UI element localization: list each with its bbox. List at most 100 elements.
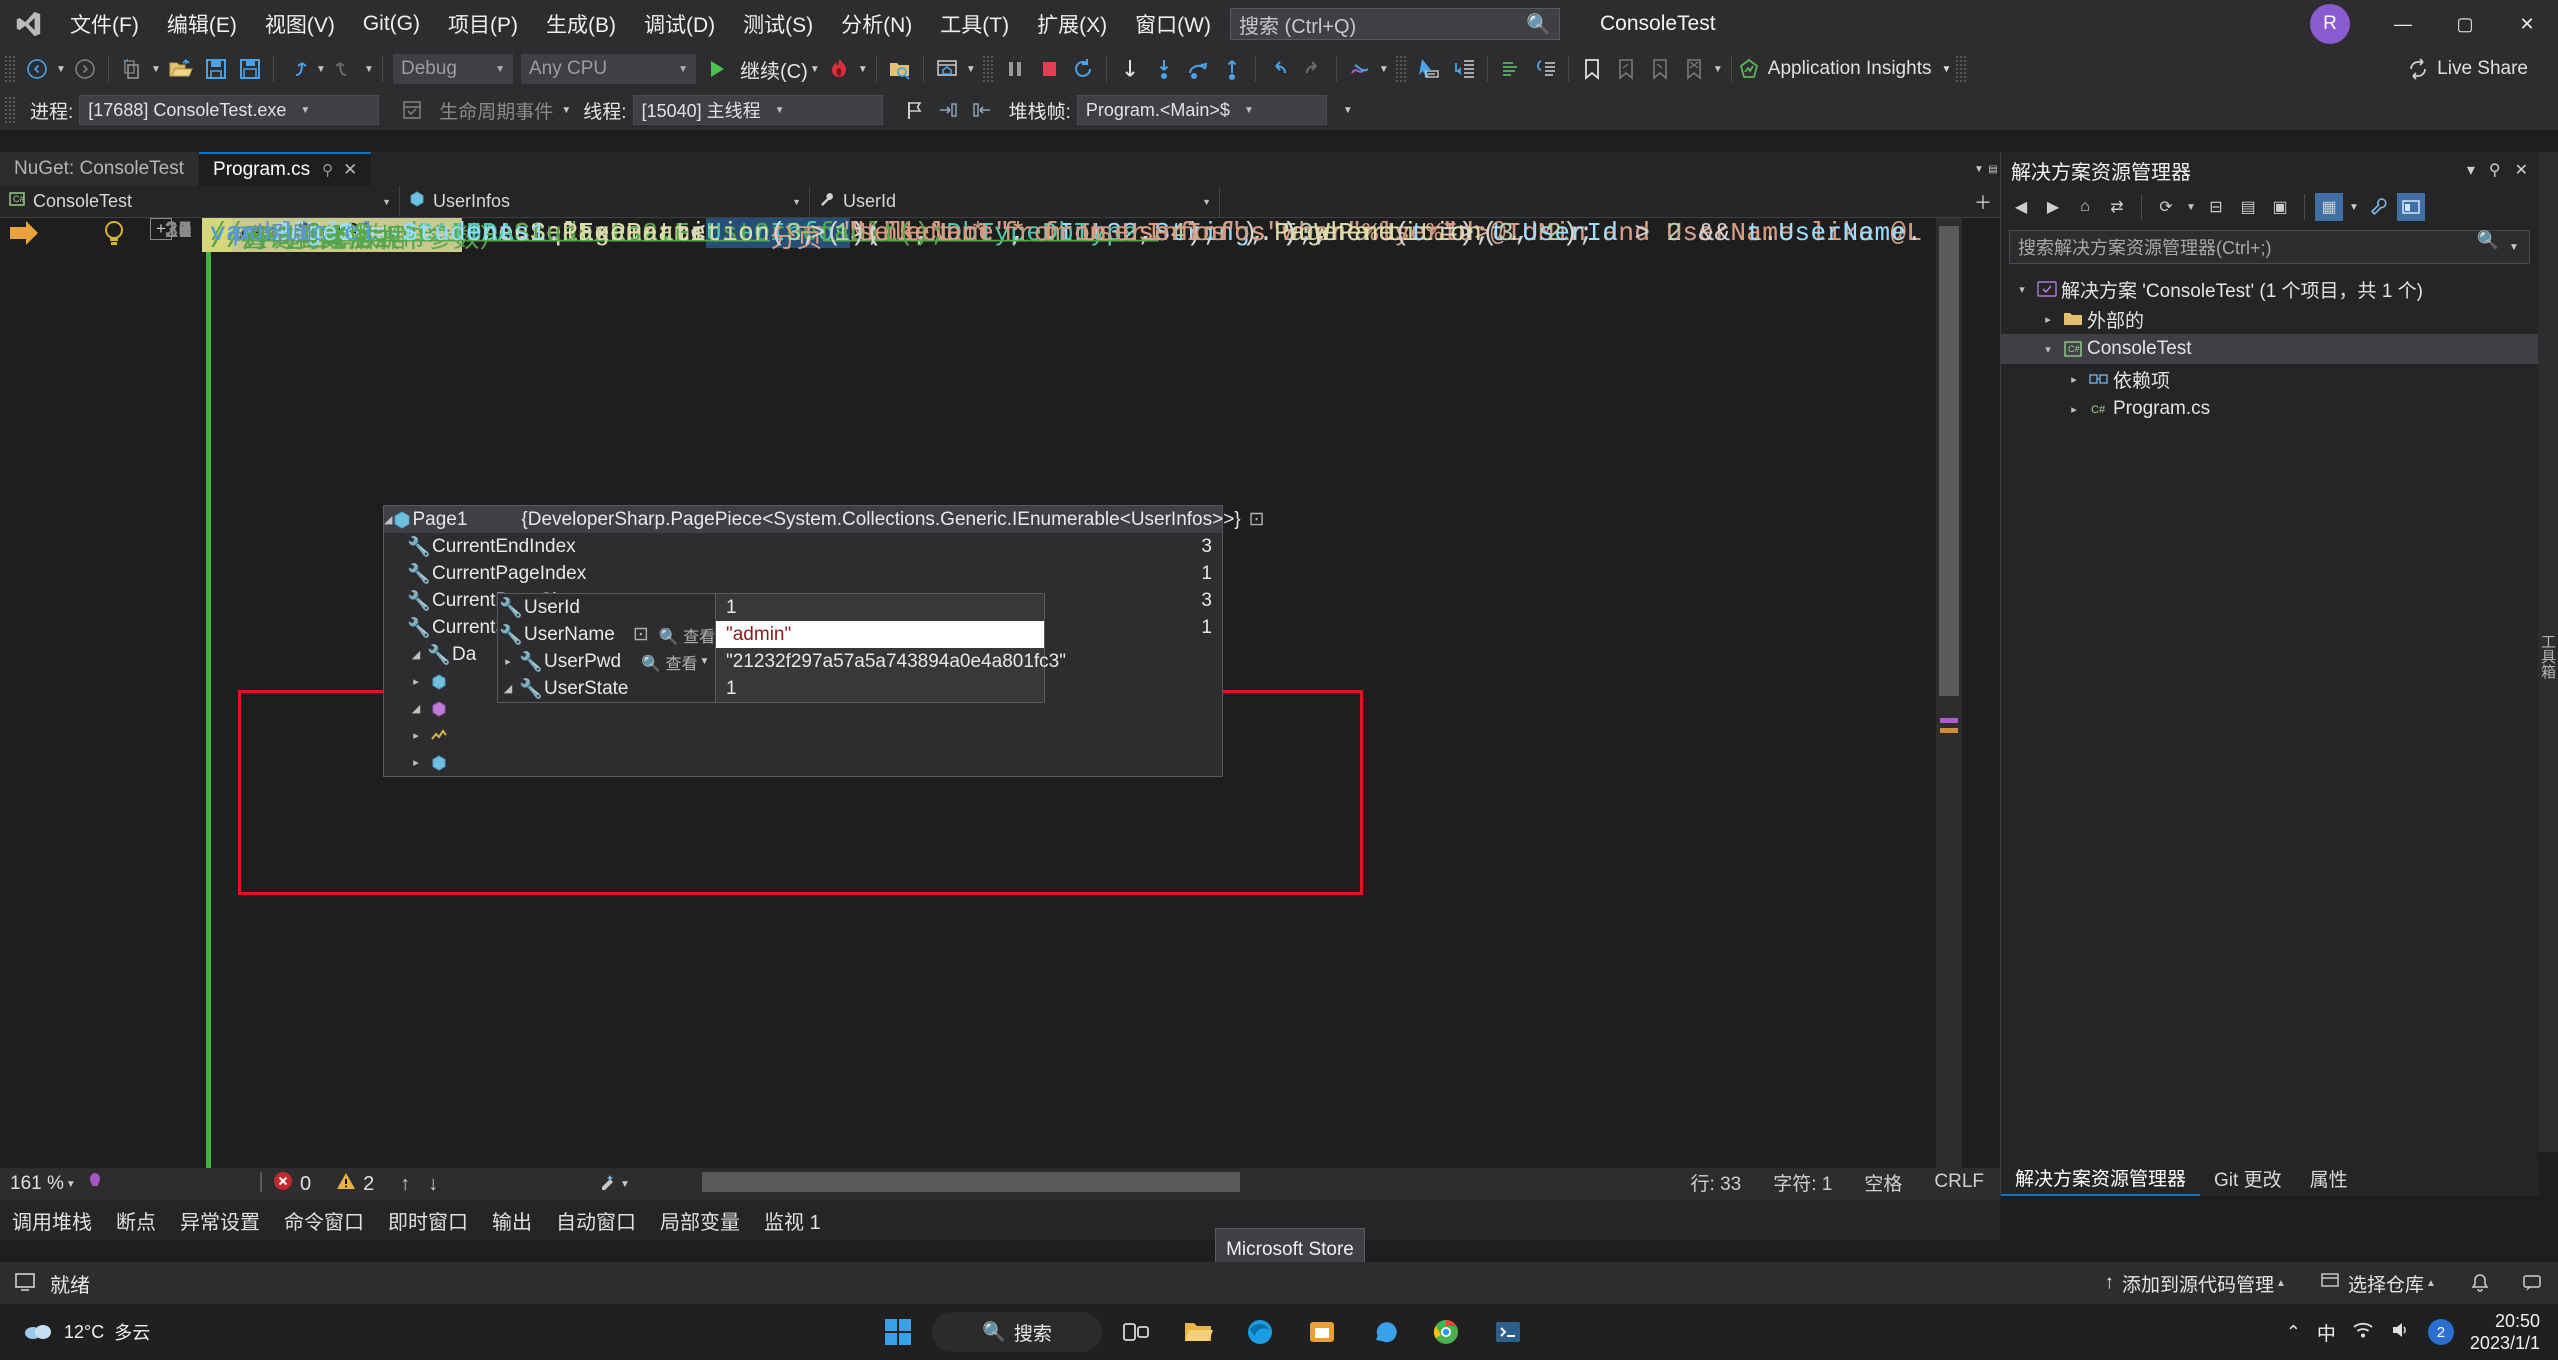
bookmark-clear-icon[interactable] — [1677, 52, 1711, 86]
bookmark-icon[interactable] — [1575, 52, 1609, 86]
warning-count[interactable]: 2 — [335, 1170, 374, 1198]
pin-datatip-icon[interactable]: ⊡ — [1241, 508, 1273, 531]
tab-solution-explorer[interactable]: 解决方案资源管理器 — [2001, 1160, 2201, 1196]
save-icon[interactable] — [199, 52, 233, 86]
datatip-header-row[interactable]: ◢ Page1 {DeveloperSharp.PagePiece<System… — [384, 506, 1265, 533]
expander-icon[interactable]: ▾ — [2037, 343, 2059, 356]
expander-icon[interactable]: ▾ — [2011, 283, 2033, 296]
menu-project[interactable]: 项目(P) — [434, 0, 532, 48]
preview-selected-items-icon[interactable] — [2397, 193, 2425, 221]
datatip-value-row-editing[interactable]: "admin" — [716, 621, 1044, 648]
step-out-icon[interactable] — [1215, 52, 1249, 86]
add-to-source-control-button[interactable]: ↑ 添加到源代码管理 ▲ — [2088, 1266, 2304, 1300]
back-icon[interactable]: ◀ — [2007, 193, 2035, 221]
tab-program-cs[interactable]: Program.cs ⚲ ✕ — [199, 152, 372, 186]
chevron-up-icon[interactable]: ▲ — [2274, 1266, 2288, 1300]
toolbox-rail[interactable]: 工具箱 — [2538, 152, 2558, 1152]
menu-debug[interactable]: 调试(D) — [630, 0, 729, 48]
show-window-dropdown-icon[interactable]: ▼ — [964, 52, 978, 86]
search-icon[interactable]: 🔍 — [2477, 230, 2499, 264]
refresh-dropdown-icon[interactable]: ▼ — [2184, 190, 2198, 224]
sidebar-item-dependencies[interactable]: ▸ 依赖项 — [2001, 364, 2538, 394]
expand-icon[interactable]: ▸ — [406, 729, 426, 742]
maximize-button[interactable]: ▢ — [2434, 0, 2496, 48]
undo-dropdown-icon[interactable]: ▼ — [314, 52, 328, 86]
menu-extensions[interactable]: 扩展(X) — [1023, 0, 1121, 48]
redo2-icon[interactable] — [1296, 52, 1330, 86]
notification-badge[interactable]: 2 — [2427, 1319, 2454, 1345]
code-editor[interactable]: 13 14 15 16 17 18 19 20 21 22 23 24 25 2… — [0, 218, 2000, 1168]
navigate-back-icon[interactable] — [20, 52, 54, 86]
quick-actions-lightbulb-icon[interactable] — [100, 218, 128, 255]
navbar-member-select[interactable]: UserId ▼ — [810, 185, 1220, 218]
search-options-icon[interactable]: ▼ — [2507, 230, 2521, 264]
uncomment-icon[interactable] — [1528, 52, 1562, 86]
menu-build[interactable]: 生成(B) — [532, 0, 630, 48]
editor-gutter[interactable]: 13 14 15 16 17 18 19 20 21 22 23 24 25 2… — [0, 218, 210, 1168]
open-file-icon[interactable] — [163, 52, 199, 86]
toolbar-grip[interactable] — [981, 55, 994, 83]
close-icon[interactable]: ✕ — [343, 160, 357, 180]
file-explorer-icon[interactable] — [1170, 1306, 1226, 1358]
view-switcher-dropdown-icon[interactable]: ▼ — [2347, 190, 2361, 224]
pause-icon[interactable] — [998, 52, 1032, 86]
line-endings[interactable]: CRLF — [1918, 1171, 2000, 1193]
code-cleanup-dropdown-icon[interactable]: ▼ — [618, 1167, 632, 1201]
tab-properties[interactable]: 属性 — [2296, 1165, 2362, 1192]
next-issue-icon[interactable]: ↓ — [426, 1167, 440, 1201]
step-into-icon[interactable] — [1147, 52, 1181, 86]
string-visualizer-icon[interactable]: 🔍 查看 — [659, 623, 715, 647]
stop-debug-icon[interactable] — [1032, 52, 1066, 86]
panel-tab-command-window[interactable]: 命令窗口 — [272, 1200, 376, 1240]
thread-select[interactable]: [15040] 主线程 ▼ — [632, 95, 883, 125]
undo-icon[interactable] — [280, 52, 314, 86]
chevron-down-icon[interactable]: ▼ — [1941, 64, 1951, 75]
expander-icon[interactable]: ▸ — [2063, 403, 2085, 416]
new-item-icon[interactable] — [115, 52, 149, 86]
intellicode-icon[interactable] — [1343, 52, 1377, 86]
process-select[interactable]: [17688] ConsoleTest.exe ▼ — [79, 95, 380, 125]
show-all-files-icon[interactable]: ▤ — [2234, 193, 2262, 221]
prev-issue-icon[interactable]: ↑ — [398, 1167, 412, 1201]
expand-icon[interactable]: ▸ — [406, 756, 426, 769]
live-share-button[interactable]: Live Share — [2407, 48, 2528, 90]
hot-reload-dropdown-icon[interactable]: ▼ — [856, 52, 870, 86]
zoom-dropdown-icon[interactable]: ▼ — [64, 1167, 78, 1201]
error-count[interactable]: 0 — [272, 1170, 311, 1198]
view-switcher-icon[interactable]: ▦ — [2315, 193, 2343, 221]
sidebar-item-consoletest[interactable]: ▾ C# ConsoleTest — [2001, 334, 2538, 364]
solution-configuration-select[interactable]: Debug ▼ — [393, 54, 513, 84]
stack-frame-select[interactable]: Program.<Main>$ ▼ — [1076, 95, 1327, 125]
sidebar-item-program-cs[interactable]: ▸ C# Program.cs — [2001, 394, 2538, 424]
menu-tools[interactable]: 工具(T) — [926, 0, 1023, 48]
edge-icon[interactable] — [1232, 1306, 1288, 1358]
new-item-dropdown-icon[interactable]: ▼ — [149, 52, 163, 86]
indent-mode[interactable]: 空格 — [1848, 1169, 1918, 1196]
volume-icon[interactable] — [2390, 1320, 2412, 1345]
menu-analyze[interactable]: 分析(N) — [827, 0, 926, 48]
datatip-row[interactable]: 🔧 CurrentEndIndex 3 — [406, 533, 1222, 560]
toolbar-grip[interactable] — [1955, 55, 1968, 83]
navbar-type-select[interactable]: UserInfos ▼ — [400, 185, 810, 218]
continue-debug-button[interactable] — [700, 52, 734, 86]
tab-git-changes[interactable]: Git 更改 — [2200, 1165, 2296, 1192]
store-icon[interactable] — [1294, 1306, 1350, 1358]
avatar[interactable]: R — [2310, 4, 2350, 44]
collapse-icon[interactable]: ◢ — [384, 513, 392, 526]
feedback-icon[interactable] — [2506, 1273, 2558, 1293]
collapse-all-icon[interactable]: ⊟ — [2202, 193, 2230, 221]
pin-icon[interactable]: ⚲ — [322, 161, 333, 179]
redo-icon[interactable] — [328, 52, 362, 86]
navigate-back-dropdown-icon[interactable]: ▼ — [54, 52, 68, 86]
redo-dropdown-icon[interactable]: ▼ — [362, 52, 376, 86]
quick-search-input[interactable]: 搜索 (Ctrl+Q) 🔍 — [1230, 8, 1560, 40]
navbar-add-split-icon[interactable]: ＋ — [1966, 186, 2000, 218]
menu-file[interactable]: 文件(F) — [56, 0, 153, 48]
network-icon[interactable] — [2352, 1320, 2374, 1345]
terminal-icon[interactable] — [1480, 1306, 1536, 1358]
forward-icon[interactable]: ▶ — [2039, 193, 2067, 221]
chrome-icon[interactable] — [1418, 1306, 1474, 1358]
zoom-level[interactable]: 161 % — [10, 1173, 64, 1195]
editor-vertical-scrollbar[interactable] — [1936, 218, 1962, 1168]
ime-indicator[interactable]: 中 — [2317, 1319, 2336, 1346]
